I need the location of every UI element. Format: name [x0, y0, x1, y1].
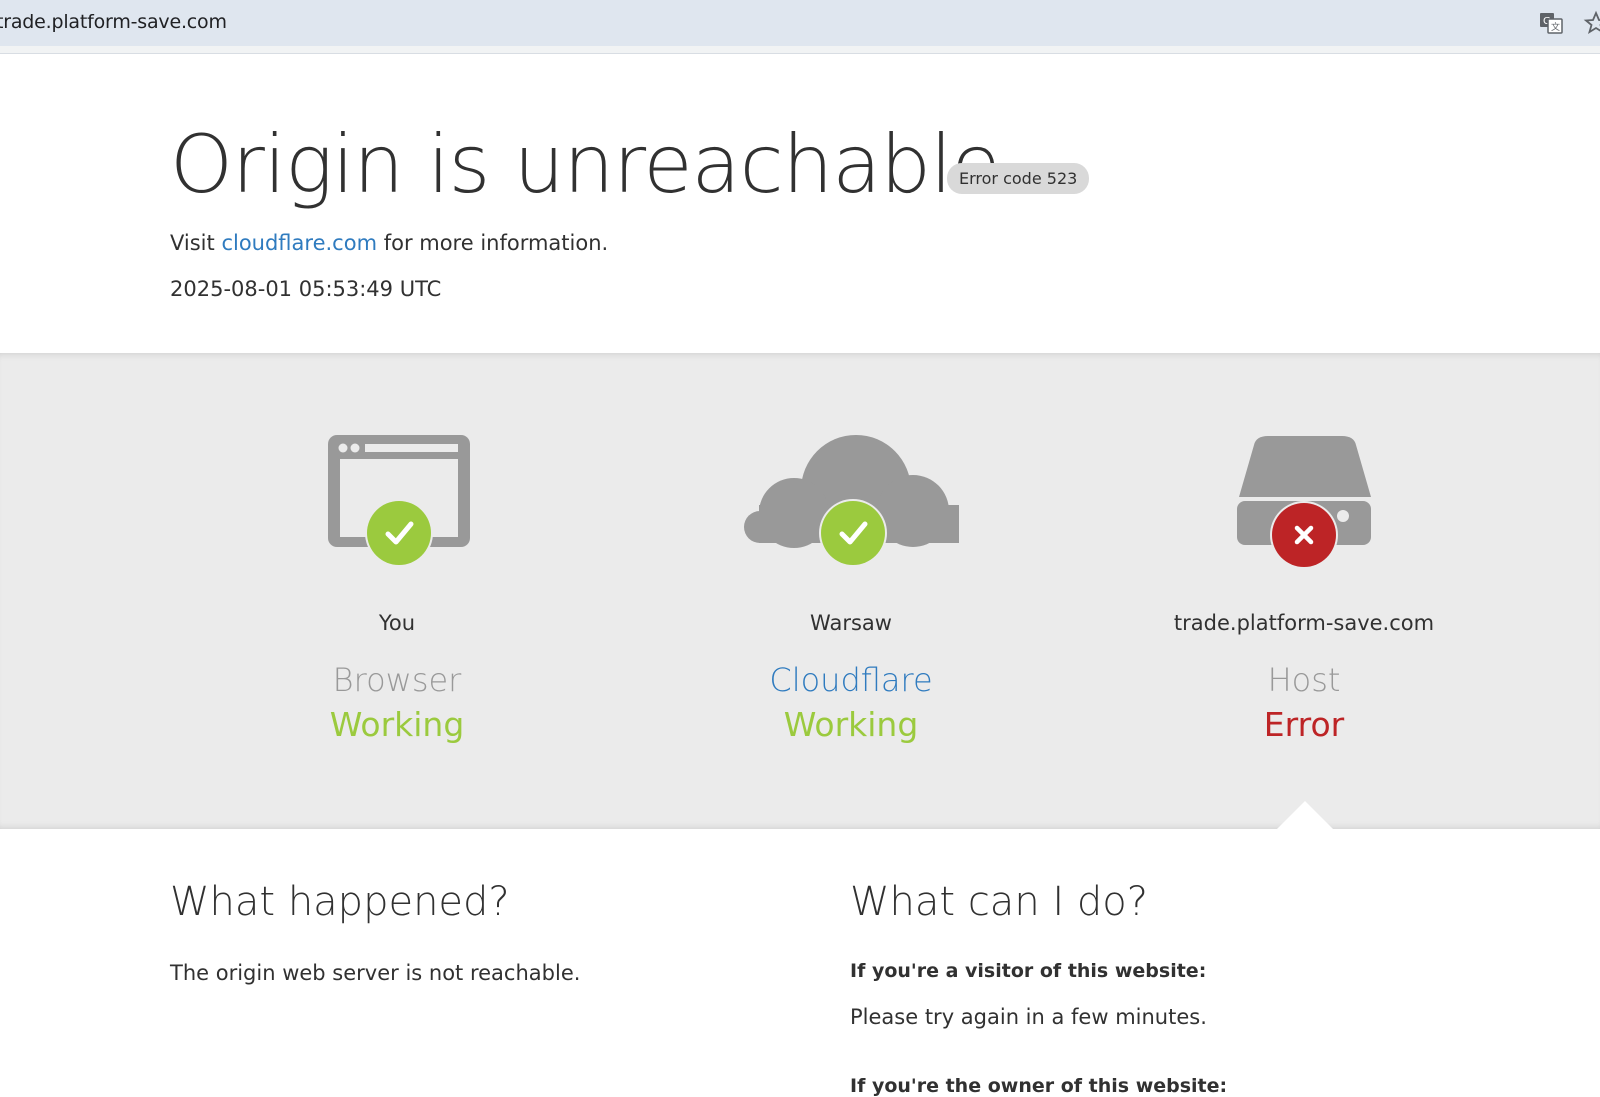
toolbar-divider	[0, 46, 1600, 54]
check-icon	[819, 499, 887, 567]
page-title: Origin is unreachable	[170, 118, 1001, 211]
status-what-link[interactable]: Cloudflare	[641, 661, 1061, 699]
status-what: Host	[1267, 661, 1341, 699]
browser-address-bar: trade.platform-save.com G 文	[0, 0, 1600, 46]
visit-prefix: Visit	[170, 231, 222, 255]
what-happened-heading: What happened?	[170, 879, 510, 925]
cloudflare-link[interactable]: cloudflare.com	[221, 231, 377, 255]
timestamp: 2025-08-01 05:53:49 UTC	[170, 277, 442, 301]
error-pointer	[1276, 801, 1334, 830]
status-location: You	[378, 611, 416, 635]
error-x-icon	[1270, 501, 1338, 569]
visitor-heading: If you're a visitor of this website:	[850, 960, 1207, 982]
visit-suffix: for more information.	[377, 231, 609, 255]
translate-icon[interactable]: G 文	[1538, 10, 1564, 36]
error-code-badge: Error code 523	[947, 163, 1090, 194]
browser-icon	[187, 433, 607, 573]
what-can-i-do-heading: What can I do?	[850, 879, 1148, 925]
error-header: Origin is unreachable Error code 523 Vis…	[0, 55, 1600, 353]
status-location: Warsaw	[810, 611, 892, 635]
visitor-text: Please try again in a few minutes.	[850, 1005, 1207, 1029]
cloud-icon	[641, 433, 1061, 573]
svg-text:文: 文	[1551, 21, 1560, 33]
what-happened-text: The origin web server is not reachable.	[170, 961, 581, 985]
status-label: Error	[1263, 705, 1345, 744]
status-band: You Browser Working Warsaw Cloudflare Wo…	[0, 353, 1600, 829]
server-icon	[1094, 433, 1514, 573]
visit-info: Visit cloudflare.com for more informatio…	[170, 231, 608, 255]
status-location: trade.platform-save.com	[1173, 611, 1435, 635]
owner-heading: If you're the owner of this website:	[850, 1075, 1228, 1097]
status-label: Working	[329, 705, 465, 744]
url-text[interactable]: trade.platform-save.com	[0, 11, 227, 33]
status-what: Browser	[332, 661, 462, 699]
star-icon[interactable]	[1583, 10, 1600, 36]
explanation-section: What happened? The origin web server is …	[0, 829, 1600, 1097]
status-label: Working	[783, 705, 919, 744]
check-icon	[365, 499, 433, 567]
